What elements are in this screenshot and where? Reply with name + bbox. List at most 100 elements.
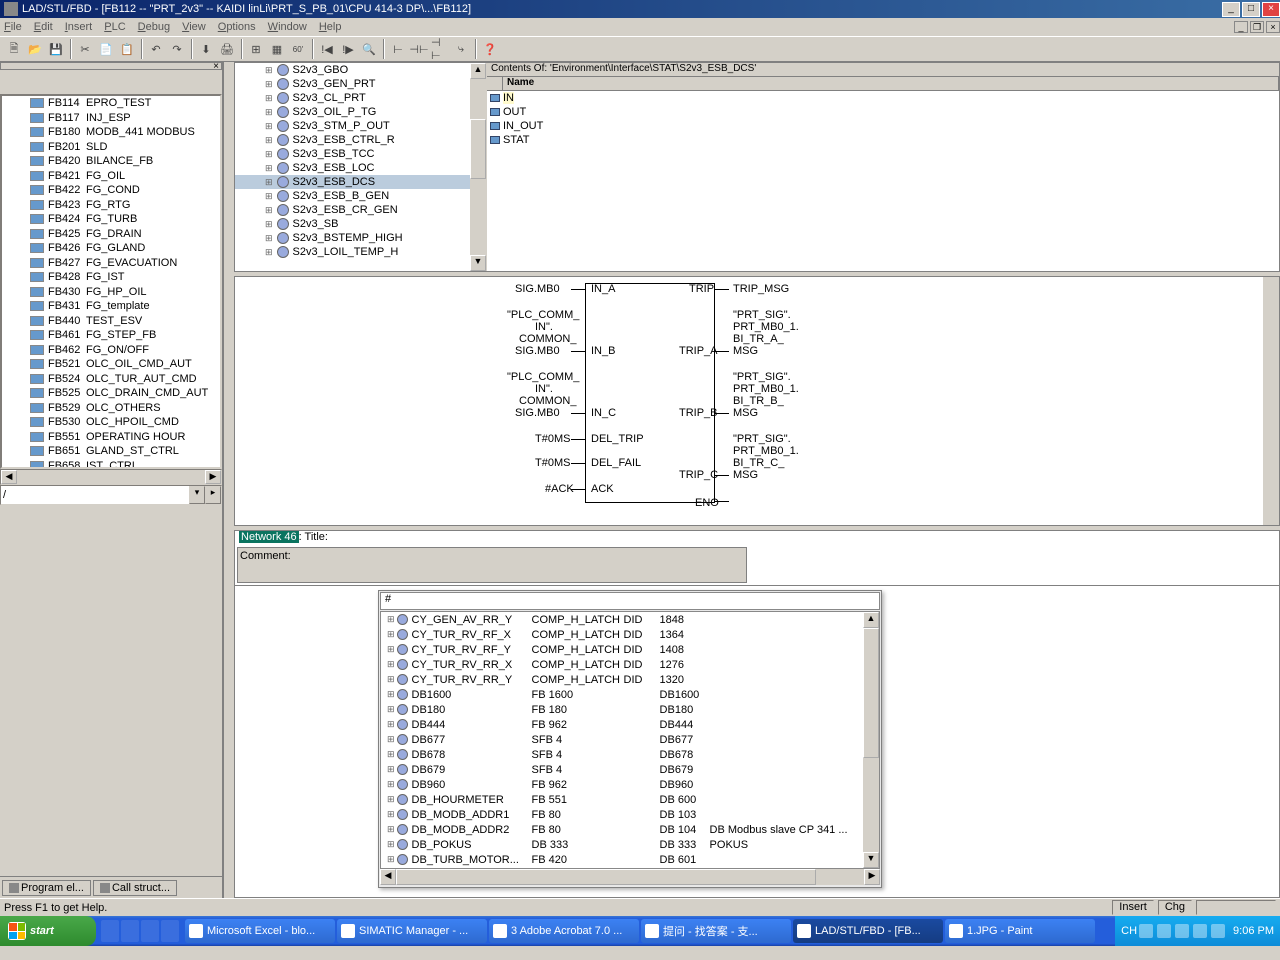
task-button[interactable]: 提问 - 找答案 - 支... (641, 919, 791, 943)
menu-debug[interactable]: Debug (138, 21, 170, 33)
paste-icon[interactable]: 📋 (117, 39, 137, 59)
new-icon[interactable]: 🗎 (4, 39, 24, 59)
tray-icon[interactable] (1193, 924, 1207, 938)
help-icon[interactable]: ❓ (480, 39, 500, 59)
popup-vscroll[interactable]: ▲▼ (863, 612, 879, 868)
task-button[interactable]: SIMATIC Manager - ... (337, 919, 487, 943)
minimize-button[interactable]: _ (1222, 2, 1240, 17)
symbol-row[interactable]: DB677SFB 4DB677 (381, 732, 879, 747)
tree-item-FB525[interactable]: FB525OLC_DRAIN_CMD_AUT (2, 386, 220, 401)
stat-tree[interactable]: S2v3_GBOS2v3_GEN_PRTS2v3_CL_PRTS2v3_OIL_… (235, 63, 487, 271)
tray-icon[interactable] (1157, 924, 1171, 938)
symbol-row[interactable]: DB_HOURMETERFB 551DB 600 (381, 792, 879, 807)
symbol-row[interactable]: CY_TUR_RV_RR_XCOMP_H_LATCHDID1276 (381, 657, 879, 672)
tree-item-FB117[interactable]: FB117INJ_ESP (2, 111, 220, 126)
tree-item-FB462[interactable]: FB462FG_ON/OFF (2, 343, 220, 358)
ql-icon[interactable] (161, 920, 179, 942)
tree-item-FB530[interactable]: FB530OLC_HPOIL_CMD (2, 415, 220, 430)
stat-item[interactable]: S2v3_STM_P_OUT (235, 119, 486, 133)
stat-item[interactable]: S2v3_GEN_PRT (235, 77, 486, 91)
symbol-row[interactable]: DB679SFB 4DB679 (381, 762, 879, 777)
network-comment[interactable]: Comment: (237, 547, 747, 583)
tree-item-FB421[interactable]: FB421FG_OIL (2, 169, 220, 184)
start-button[interactable]: start (0, 916, 96, 946)
print-icon[interactable]: 🖨 (217, 39, 237, 59)
catalog-icon[interactable]: ⊞ (246, 39, 266, 59)
stat-item[interactable]: S2v3_LOIL_TEMP_H (235, 245, 486, 259)
filter-dropdown[interactable]: ▾ (189, 486, 205, 504)
symbol-picker-popup[interactable]: # CY_GEN_AV_RR_YCOMP_H_LATCHDID1848CY_TU… (378, 590, 882, 888)
close-button[interactable]: × (1262, 2, 1280, 17)
ql-icon[interactable] (101, 920, 119, 942)
save-icon[interactable]: 💾 (46, 39, 66, 59)
tab-program-elements[interactable]: Program el... (2, 880, 91, 896)
tray-icon[interactable] (1139, 924, 1153, 938)
symbol-row[interactable]: DB444FB 962DB444 (381, 717, 879, 732)
open-icon[interactable]: 📂 (25, 39, 45, 59)
symbol-row[interactable]: DB_MODB_ADDR2FB 80DB 104DB Modbus slave … (381, 822, 879, 837)
stat-item[interactable]: S2v3_CL_PRT (235, 91, 486, 105)
tree-item-FB551[interactable]: FB551OPERATING HOUR (2, 430, 220, 445)
stat-item[interactable]: S2v3_OIL_P_TG (235, 105, 486, 119)
ql-icon[interactable] (141, 920, 159, 942)
block-tree[interactable]: FB114EPRO_TESTFB117INJ_ESPFB180MODB_441 … (0, 94, 222, 469)
tree-item-FB422[interactable]: FB422FG_COND (2, 183, 220, 198)
tray-clock[interactable]: 9:06 PM (1233, 925, 1274, 937)
interface-row[interactable]: OUT (487, 105, 1279, 119)
interface-row[interactable]: IN_OUT (487, 119, 1279, 133)
col-name[interactable]: Name (503, 77, 1279, 90)
mdi-restore[interactable]: ❐ (1250, 21, 1264, 33)
popup-filter[interactable]: # (380, 592, 880, 610)
cut-icon[interactable]: ✂ (75, 39, 95, 59)
system-tray[interactable]: CH 9:06 PM (1115, 916, 1280, 946)
symbol-row[interactable]: DB_TURB_MOTOR...FB 420DB 601 (381, 852, 879, 867)
tree-item-FB529[interactable]: FB529OLC_OTHERS (2, 401, 220, 416)
tray-lang[interactable]: CH (1121, 925, 1137, 937)
stat-item[interactable]: S2v3_GBO (235, 63, 486, 77)
interface-row[interactable]: STAT (487, 133, 1279, 147)
menu-view[interactable]: View (182, 21, 206, 33)
tree-item-FB180[interactable]: FB180MODB_441 MODBUS (2, 125, 220, 140)
popup-hscroll[interactable]: ◀▶ (380, 869, 880, 885)
symbol-row[interactable]: CY_GEN_AV_RR_YCOMP_H_LATCHDID1848 (381, 612, 879, 627)
tree-item-FB426[interactable]: FB426FG_GLAND (2, 241, 220, 256)
stat-item[interactable]: S2v3_ESB_DCS (235, 175, 486, 189)
task-button[interactable]: LAD/STL/FBD - [FB... (793, 919, 943, 943)
symbol-row[interactable]: DB960FB 962DB960 (381, 777, 879, 792)
detail-icon[interactable]: ▦ (267, 39, 287, 59)
tree-item-FB440[interactable]: FB440TEST_ESV (2, 314, 220, 329)
stat-item[interactable]: S2v3_ESB_LOC (235, 161, 486, 175)
download-icon[interactable]: ⬇ (196, 39, 216, 59)
tree-item-FB420[interactable]: FB420BILANCE_FB (2, 154, 220, 169)
stat-item[interactable]: S2v3_ESB_CTRL_R (235, 133, 486, 147)
panel-close-handle[interactable] (0, 62, 222, 70)
interface-row[interactable]: IN (487, 91, 1279, 105)
goto2-icon[interactable]: !▶ (338, 39, 358, 59)
tree-item-FB431[interactable]: FB431FG_template (2, 299, 220, 314)
stat-item[interactable]: S2v3_ESB_CR_GEN (235, 203, 486, 217)
tree-item-FB425[interactable]: FB425FG_DRAIN (2, 227, 220, 242)
monitor-icon[interactable]: 60' (288, 39, 308, 59)
filter-go[interactable]: ▸ (205, 486, 221, 504)
ql-icon[interactable] (121, 920, 139, 942)
menu-options[interactable]: Options (218, 21, 256, 33)
tree-item-FB430[interactable]: FB430FG_HP_OIL (2, 285, 220, 300)
task-button[interactable]: 3 Adobe Acrobat 7.0 ... (489, 919, 639, 943)
mdi-minimize[interactable]: _ (1234, 21, 1248, 33)
menu-window[interactable]: Window (268, 21, 307, 33)
symbol-row[interactable]: CY_TUR_RV_RF_YCOMP_H_LATCHDID1408 (381, 642, 879, 657)
maximize-button[interactable]: □ (1242, 2, 1260, 17)
tree-item-FB521[interactable]: FB521OLC_OIL_CMD_AUT (2, 357, 220, 372)
undo-icon[interactable]: ↶ (146, 39, 166, 59)
mdi-close[interactable]: × (1266, 21, 1280, 33)
copy-icon[interactable]: 📄 (96, 39, 116, 59)
tree-item-FB114[interactable]: FB114EPRO_TEST (2, 96, 220, 111)
tray-icon[interactable] (1175, 924, 1189, 938)
tree-item-FB651[interactable]: FB651GLAND_ST_CTRL (2, 444, 220, 459)
symbol-row[interactable]: CY_TUR_RV_RF_XCOMP_H_LATCHDID1364 (381, 627, 879, 642)
task-button[interactable]: 1.JPG - Paint (945, 919, 1095, 943)
stat-tree-scroll[interactable]: ▲▼ (470, 63, 486, 271)
menu-help[interactable]: Help (319, 21, 342, 33)
tree-item-FB658[interactable]: FB658IST_CTRL (2, 459, 220, 470)
redo-icon[interactable]: ↷ (167, 39, 187, 59)
